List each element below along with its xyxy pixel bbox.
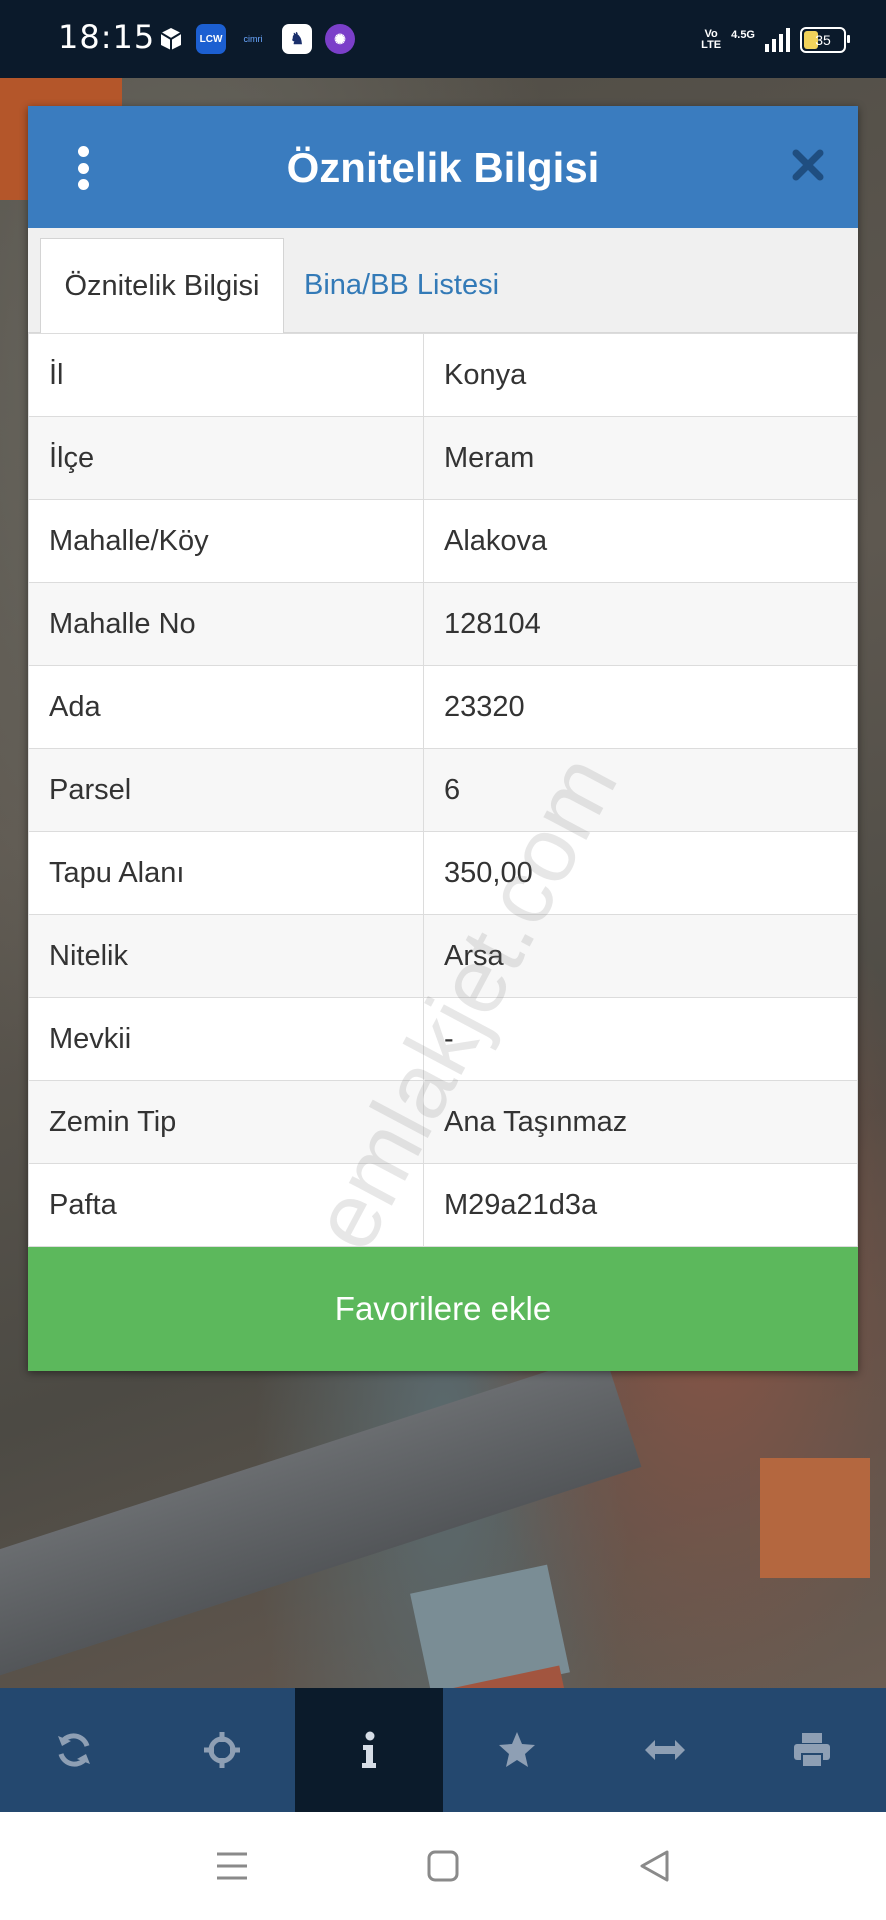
refresh-button[interactable] xyxy=(0,1688,148,1812)
table-row: Mahalle No 128104 xyxy=(28,582,858,666)
battery-icon: 35 xyxy=(800,27,850,53)
home-button[interactable] xyxy=(421,1844,465,1888)
row-value: 350,00 xyxy=(423,831,858,915)
home-icon xyxy=(427,1850,459,1882)
battery-level: 35 xyxy=(815,32,831,48)
star-icon xyxy=(498,1732,535,1767)
table-row: İl Konya xyxy=(28,333,858,417)
back-button[interactable] xyxy=(632,1844,676,1888)
row-key: Ada xyxy=(28,665,424,749)
print-icon xyxy=(794,1733,831,1768)
tab-building-list[interactable]: Bina/BB Listesi xyxy=(294,238,499,332)
add-favorite-button[interactable]: Favorilere ekle xyxy=(28,1247,858,1371)
row-value: Meram xyxy=(423,416,858,500)
locate-button[interactable] xyxy=(148,1688,296,1812)
print-button[interactable] xyxy=(738,1688,886,1812)
row-key: Pafta xyxy=(28,1163,424,1247)
row-key: Mevkii xyxy=(28,997,424,1081)
cimri-label: cimri xyxy=(243,34,263,44)
favorites-button[interactable] xyxy=(443,1688,591,1812)
menu-icon xyxy=(217,1852,247,1880)
row-value: Alakova xyxy=(423,499,858,583)
crosshair-icon xyxy=(203,1732,240,1768)
table-row: Ada 23320 xyxy=(28,665,858,749)
row-key: Nitelik xyxy=(28,914,424,998)
row-value: M29a21d3a xyxy=(423,1163,858,1247)
status-bar: 18:15 LCW cimri ♞ ✺ Vo LTE 4.5G 35 xyxy=(0,0,886,78)
network-indicator: 4.5G xyxy=(731,29,755,41)
table-row: Zemin Tip Ana Taşınmaz xyxy=(28,1080,858,1164)
tab-attribute-info[interactable]: Öznitelik Bilgisi xyxy=(40,238,284,333)
recent-apps-button[interactable] xyxy=(210,1844,254,1888)
dialog-title: Öznitelik Bilgisi xyxy=(286,144,600,191)
row-key: Mahalle/Köy xyxy=(28,499,424,583)
refresh-icon xyxy=(57,1733,90,1767)
table-row: Tapu Alanı 350,00 xyxy=(28,831,858,915)
status-time: 18:15 xyxy=(58,18,156,56)
signal-icon xyxy=(765,28,790,52)
row-key: Zemin Tip xyxy=(28,1080,424,1164)
table-row: Parsel 6 xyxy=(28,748,858,832)
info-button[interactable] xyxy=(295,1688,444,1812)
tab-bar: Öznitelik Bilgisi Bina/BB Listesi xyxy=(28,228,858,333)
close-icon xyxy=(792,149,824,181)
attribute-dialog: Öznitelik Bilgisi Öznitelik Bilgisi Bina… xyxy=(28,106,858,1371)
map-building xyxy=(760,1458,870,1578)
back-icon xyxy=(640,1850,669,1882)
row-value: Arsa xyxy=(423,914,858,998)
lcw-icon: LCW xyxy=(196,24,226,54)
measure-button[interactable] xyxy=(591,1688,739,1812)
cimri-icon: cimri xyxy=(238,24,268,54)
row-value: 128104 xyxy=(423,582,858,666)
status-right: Vo LTE 4.5G 35 xyxy=(701,24,850,56)
system-nav-bar xyxy=(0,1812,886,1920)
table-row: Nitelik Arsa xyxy=(28,914,858,998)
info-icon xyxy=(362,1731,377,1768)
row-value: 23320 xyxy=(423,665,858,749)
row-value: Ana Taşınmaz xyxy=(423,1080,858,1164)
dialog-header: Öznitelik Bilgisi xyxy=(28,106,858,228)
lte-label: LTE xyxy=(701,39,722,51)
row-value: - xyxy=(423,997,858,1081)
row-key: Parsel xyxy=(28,748,424,832)
volte-indicator: Vo LTE xyxy=(701,29,721,51)
row-key: Mahalle No xyxy=(28,582,424,666)
row-key: İl xyxy=(28,333,424,417)
attribute-table: İl Konya İlçe Meram Mahalle/Köy Alakova Mah… xyxy=(28,333,858,1247)
table-row: Mevkii - xyxy=(28,997,858,1081)
row-value: Konya xyxy=(423,333,858,417)
table-row: İlçe Meram xyxy=(28,416,858,500)
cube-icon xyxy=(156,24,186,54)
table-row: Mahalle/Köy Alakova xyxy=(28,499,858,583)
map-toolbar xyxy=(0,1688,886,1812)
row-key: İlçe xyxy=(28,416,424,500)
game-icon: ✺ xyxy=(325,24,355,54)
row-value: 6 xyxy=(423,748,858,832)
lcw-label: LCW xyxy=(199,33,223,45)
polo-icon: ♞ xyxy=(282,24,312,54)
measure-icon xyxy=(644,1740,685,1760)
row-key: Tapu Alanı xyxy=(28,831,424,915)
close-button[interactable] xyxy=(788,140,828,190)
table-row: Pafta M29a21d3a xyxy=(28,1163,858,1247)
